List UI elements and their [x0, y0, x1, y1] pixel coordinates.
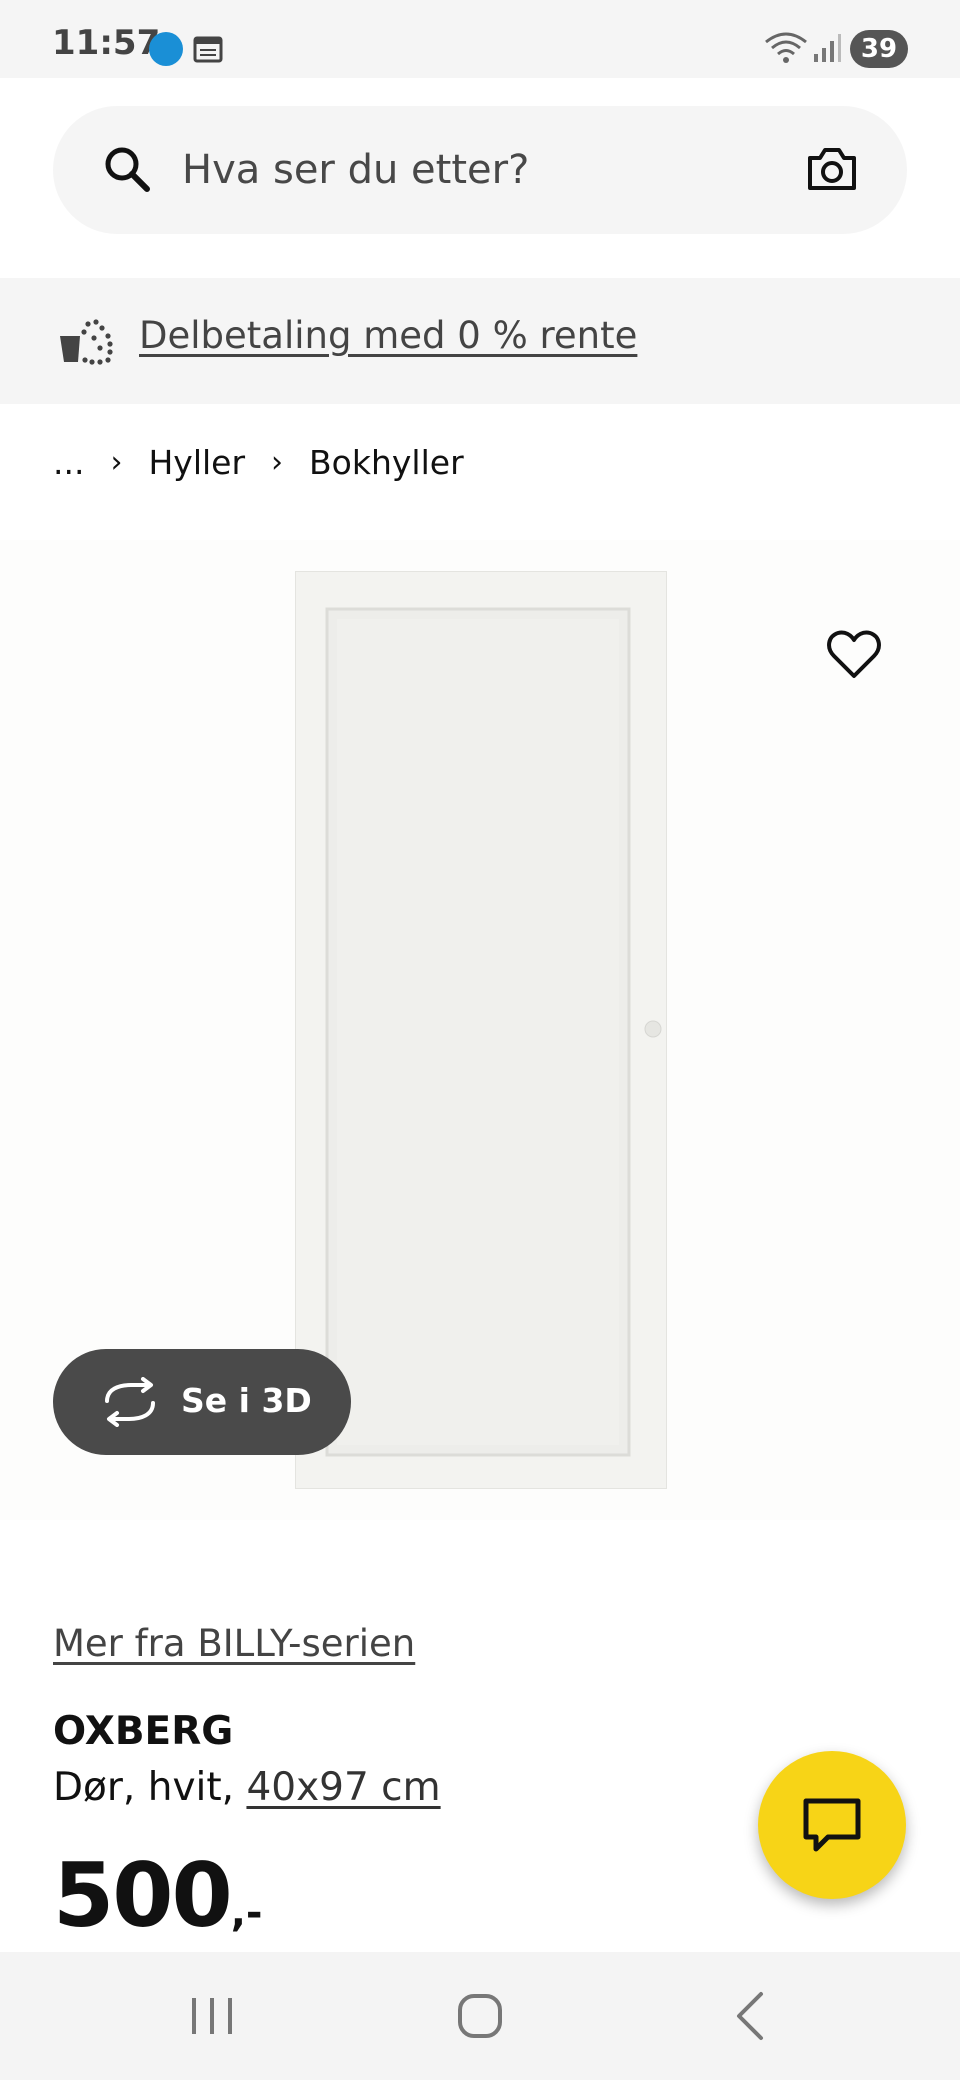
see-in-3d-button[interactable]: Se i 3D: [53, 1349, 351, 1455]
chevron-right-icon: ›: [271, 444, 284, 480]
wifi-icon: [765, 32, 807, 63]
chat-button[interactable]: [758, 1751, 906, 1899]
price-value: 500: [53, 1844, 233, 1947]
heart-icon[interactable]: [826, 628, 882, 680]
product-image: [295, 571, 667, 1489]
battery-indicator: 39: [850, 30, 908, 68]
notification-app-icon: [149, 32, 183, 66]
promo-link[interactable]: Delbetaling med 0 % rente: [139, 314, 637, 357]
search-icon[interactable]: [102, 144, 152, 194]
camera-icon[interactable]: [806, 146, 858, 192]
price-suffix: ,-: [230, 1890, 263, 1936]
series-link[interactable]: Mer fra BILLY-serien: [53, 1622, 415, 1665]
product-size-link[interactable]: 40x97 cm: [246, 1765, 440, 1810]
home-icon[interactable]: [456, 1992, 504, 2040]
product-description-text: Dør, hvit,: [53, 1765, 235, 1810]
calendar-icon: [193, 36, 223, 63]
breadcrumb-item-hyller[interactable]: Hyller: [148, 443, 245, 482]
payment-bag-icon: [60, 319, 113, 365]
breadcrumb: ... › Hyller › Bokhyller: [53, 442, 464, 482]
status-time: 11:57: [52, 23, 161, 63]
product-name: OXBERG: [53, 1709, 234, 1754]
see-in-3d-label: Se i 3D: [181, 1381, 312, 1420]
back-icon[interactable]: [733, 1990, 767, 2042]
recent-apps-icon[interactable]: [188, 1994, 236, 2038]
chat-icon: [803, 1798, 861, 1852]
signal-icon: [814, 34, 841, 62]
search-input[interactable]: [182, 138, 782, 202]
product-description: Dør, hvit, 40x97 cm: [53, 1765, 441, 1810]
product-price: 500,-: [53, 1852, 263, 1940]
breadcrumb-item-bokhyller[interactable]: Bokhyller: [309, 443, 464, 482]
rotate-3d-icon: [105, 1377, 155, 1427]
breadcrumb-ellipsis[interactable]: ...: [53, 443, 84, 482]
chevron-right-icon: ›: [110, 444, 123, 480]
